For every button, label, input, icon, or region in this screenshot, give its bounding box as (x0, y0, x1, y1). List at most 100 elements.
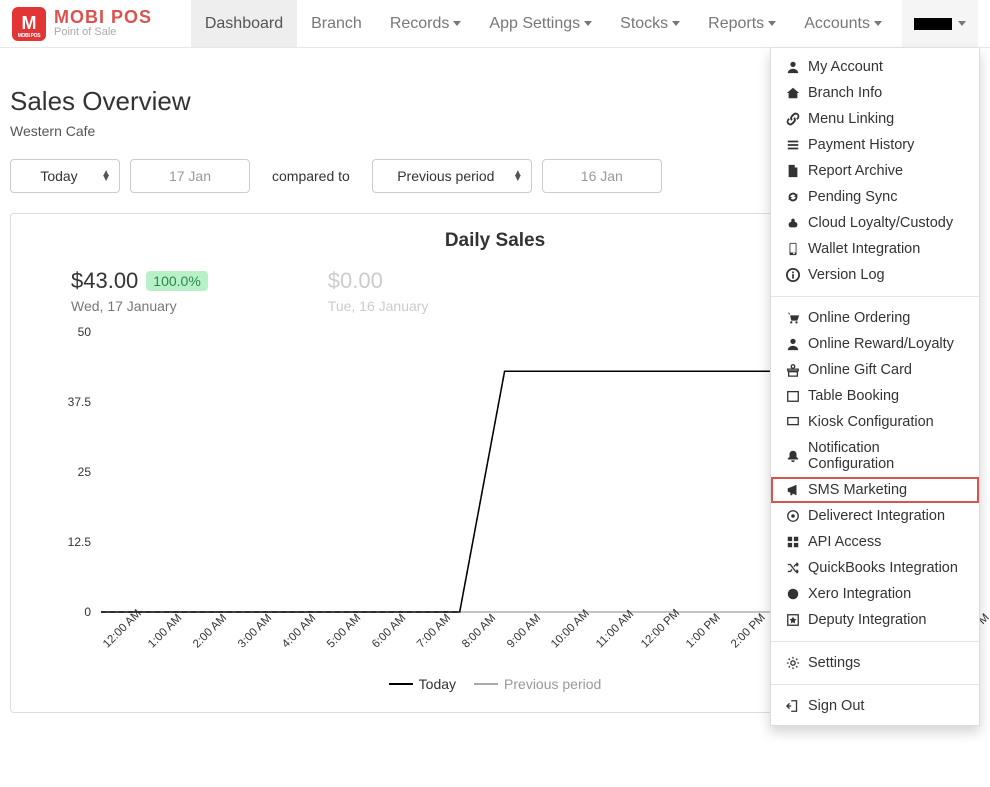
updown-icon: ▲▼ (513, 171, 523, 181)
dropdown-sms-marketing[interactable]: SMS Marketing (771, 477, 979, 503)
caret-down-icon (768, 21, 776, 26)
x-tick: 1:00 PM (684, 612, 723, 651)
dropdown-xero-integration[interactable]: Xero Integration (771, 581, 979, 607)
legend-label-previous: Previous period (504, 676, 601, 692)
dropdown-report-archive[interactable]: Report Archive (771, 158, 979, 184)
dropdown-api-access[interactable]: API Access (771, 529, 979, 555)
dropdown-online-reward-loyalty[interactable]: Online Reward/Loyalty (771, 331, 979, 357)
mobile-icon (785, 242, 800, 256)
dropdown-cloud-loyalty-custody[interactable]: Cloud Loyalty/Custody (771, 210, 979, 236)
dropdown-item-label: Cloud Loyalty/Custody (808, 215, 953, 231)
dropdown-item-label: Kiosk Configuration (808, 414, 934, 430)
dropdown-item-label: Settings (808, 655, 860, 671)
dropdown-online-ordering[interactable]: Online Ordering (771, 305, 979, 331)
brand-subtitle: Point of Sale (54, 27, 152, 39)
dropdown-item-label: SMS Marketing (808, 482, 907, 498)
compare-range-select[interactable]: Previous period ▲▼ (372, 159, 532, 193)
link-icon (785, 112, 800, 126)
brand[interactable]: M MOBI POS MOBI POS Point of Sale (12, 7, 152, 41)
calendar-icon (785, 389, 800, 403)
dropdown-item-label: Menu Linking (808, 111, 894, 127)
dropdown-deputy-integration[interactable]: Deputy Integration (771, 607, 979, 633)
dropdown-my-account[interactable]: My Account (771, 54, 979, 80)
dropdown-settings[interactable]: Settings (771, 650, 979, 676)
x-tick: 7:00 AM (415, 612, 453, 650)
compared-to-label: compared to (272, 168, 350, 184)
nav-label: Records (390, 15, 450, 33)
brand-text: MOBI POS Point of Sale (54, 8, 152, 38)
account-dropdown: My Account Branch Info Menu Linking Payment… (770, 48, 980, 726)
legend-swatch-previous (474, 683, 498, 685)
dropdown-wallet-integration[interactable]: Wallet Integration (771, 236, 979, 262)
x-tick: 3:00 AM (236, 612, 274, 650)
dropdown-payment-history[interactable]: Payment History (771, 132, 979, 158)
nav-label: App Settings (489, 15, 580, 33)
date-input[interactable]: 17 Jan (130, 159, 250, 193)
dropdown-item-label: My Account (808, 59, 883, 75)
caret-down-icon (672, 21, 680, 26)
top-navbar: M MOBI POS MOBI POS Point of Sale Dashbo… (0, 0, 990, 48)
account-menu-toggle[interactable] (902, 0, 978, 47)
x-tick: 4:00 AM (280, 612, 318, 650)
y-axis: 012.52537.550 (61, 332, 97, 612)
dropdown-pending-sync[interactable]: Pending Sync (771, 184, 979, 210)
nav-records[interactable]: Records (376, 0, 476, 47)
user-icon (785, 60, 800, 74)
target-icon (785, 509, 800, 523)
y-tick: 0 (84, 605, 91, 619)
y-tick: 50 (78, 325, 91, 339)
dropdown-table-booking[interactable]: Table Booking (771, 383, 979, 409)
nav-reports[interactable]: Reports (694, 0, 790, 47)
nav-label: Dashboard (205, 15, 283, 33)
dropdown-item-label: Deputy Integration (808, 612, 927, 628)
brand-title: MOBI POS (54, 8, 152, 27)
previous-summary: $0.00 Tue, 16 January (328, 268, 429, 314)
signout-icon (785, 699, 800, 713)
cloud-user-icon (785, 216, 800, 230)
dropdown-item-label: QuickBooks Integration (808, 560, 958, 576)
range-select-value: Today (40, 168, 77, 184)
dropdown-item-label: Online Ordering (808, 310, 910, 326)
caret-down-icon (874, 21, 882, 26)
star-box-icon (785, 613, 800, 627)
nav-branch[interactable]: Branch (297, 0, 376, 47)
gear-icon (785, 656, 800, 670)
compare-date-input[interactable]: 16 Jan (542, 159, 662, 193)
dropdown-item-label: Payment History (808, 137, 914, 153)
dropdown-quickbooks-integration[interactable]: QuickBooks Integration (771, 555, 979, 581)
dropdown-branch-info[interactable]: Branch Info (771, 80, 979, 106)
date-input-value: 17 Jan (169, 168, 211, 184)
nav-dashboard[interactable]: Dashboard (191, 0, 297, 47)
nav-accounts[interactable]: Accounts (790, 0, 896, 47)
dropdown-menu-linking[interactable]: Menu Linking (771, 106, 979, 132)
nav-label: Branch (311, 15, 362, 33)
current-summary: $43.00 100.0% Wed, 17 January (71, 268, 208, 314)
nav-app-settings[interactable]: App Settings (475, 0, 606, 47)
x-tick: 12:00 AM (101, 608, 144, 651)
dropdown-item-label: Deliverect Integration (808, 508, 945, 524)
list-icon (785, 138, 800, 152)
current-pct-badge: 100.0% (146, 271, 207, 291)
nav-stocks[interactable]: Stocks (606, 0, 694, 47)
range-select[interactable]: Today ▲▼ (10, 159, 120, 193)
legend-label-today: Today (419, 676, 456, 692)
dropdown-online-gift-card[interactable]: Online Gift Card (771, 357, 979, 383)
current-amount: $43.00 (71, 268, 138, 294)
dropdown-item-label: Table Booking (808, 388, 899, 404)
dropdown-version-log[interactable]: Version Log (771, 262, 979, 288)
caret-down-icon (584, 21, 592, 26)
dropdown-notification-configuration[interactable]: Notification Configuration (771, 435, 979, 477)
updown-icon: ▲▼ (101, 171, 111, 181)
nav-items: Dashboard Branch Records App Settings Stocks… (191, 0, 896, 47)
home-icon (785, 86, 800, 100)
x-tick: 6:00 AM (370, 612, 408, 650)
y-tick: 12.5 (68, 535, 91, 549)
dropdown-kiosk-configuration[interactable]: Kiosk Configuration (771, 409, 979, 435)
dropdown-sign-out[interactable]: Sign Out (771, 693, 979, 719)
x-tick: 12:00 PM (639, 607, 682, 650)
dropdown-deliverect-integration[interactable]: Deliverect Integration (771, 503, 979, 529)
x-tick: 9:00 AM (505, 612, 543, 650)
x-tick: 2:00 PM (729, 612, 768, 651)
nav-label: Accounts (804, 15, 870, 33)
current-date-label: Wed, 17 January (71, 298, 208, 314)
